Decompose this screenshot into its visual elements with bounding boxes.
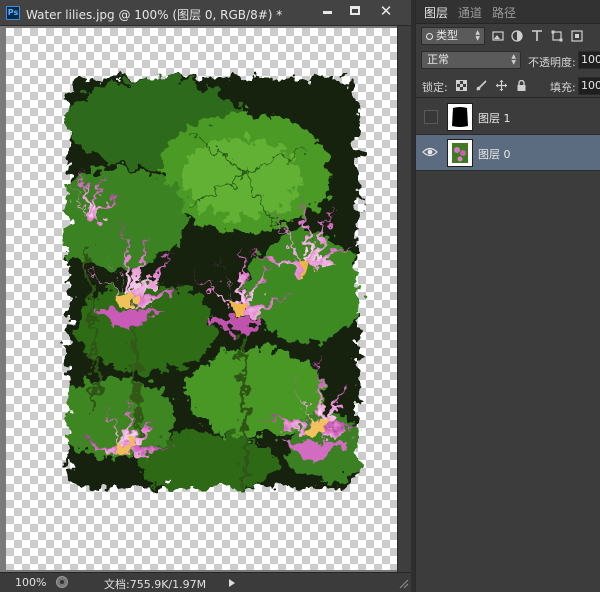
lock-transparent-icon[interactable]: [456, 80, 467, 91]
lilies-thumbnail: [448, 140, 472, 166]
vertical-scrollbar[interactable]: [397, 26, 411, 572]
layer-name[interactable]: 图层 0: [478, 146, 511, 162]
blend-mode-select[interactable]: 正常 ▲ ▼: [421, 51, 521, 69]
tab-channels[interactable]: 通道: [458, 4, 482, 21]
type-filter-icon[interactable]: [531, 30, 543, 42]
minimize-button[interactable]: [313, 2, 341, 22]
layer-filter-row: 类型 ▲ ▼: [416, 24, 600, 48]
resize-grip-icon[interactable]: [398, 576, 410, 590]
shape-filter-icon[interactable]: [551, 30, 563, 42]
layer-mask-thumbnail: [448, 104, 472, 130]
minimize-icon: [322, 11, 332, 14]
tab-paths[interactable]: 路径: [492, 4, 516, 21]
stepper-icon: ▲ ▼: [475, 29, 480, 42]
visibility-toggle[interactable]: [424, 110, 438, 124]
tab-layers[interactable]: 图层: [424, 4, 448, 21]
adjustment-filter-icon[interactable]: [511, 30, 523, 42]
zoom-level[interactable]: 100%: [15, 576, 46, 589]
photoshop-logo-icon: Ps: [6, 6, 20, 20]
canvas-area[interactable]: [0, 26, 411, 572]
layer-thumbnail: [447, 139, 473, 167]
blend-row: 正常 ▲▼ 不透明度: 100%: [416, 48, 600, 72]
opacity-field[interactable]: 100%: [578, 51, 600, 69]
layer-row-selected[interactable]: 图层 0: [416, 135, 600, 171]
close-icon: ✕: [379, 2, 393, 20]
document-size: 文档:755.9K/1.97M: [104, 578, 207, 591]
layer-thumbnail: [447, 103, 473, 131]
panel-tabs: 图层 通道 路径: [416, 0, 600, 24]
layers-list-empty-area: [416, 171, 600, 592]
lock-all-icon[interactable]: [516, 80, 527, 91]
status-menu-arrow-icon[interactable]: [229, 579, 235, 587]
image-canvas[interactable]: [6, 28, 397, 570]
lock-label: 锁定:: [422, 81, 448, 94]
smart-object-filter-icon[interactable]: [571, 30, 583, 42]
blend-mode-value: 正常: [427, 53, 449, 66]
status-bar: 100% 文档:755.9K/1.97M: [0, 572, 411, 592]
maximize-icon: [350, 6, 360, 15]
opacity-label: 不透明度:: [528, 56, 576, 69]
document-profile-icon[interactable]: [56, 576, 68, 588]
document-title-bar[interactable]: Ps Water lilies.jpg @ 100% (图层 0, RGB/8#…: [0, 0, 411, 26]
water-lilies-photo: [68, 78, 358, 488]
maximize-button[interactable]: [341, 2, 369, 22]
fill-label: 填充:: [550, 81, 576, 94]
search-icon: [426, 33, 433, 40]
layer-row[interactable]: 图层 1: [416, 99, 600, 135]
filter-kind-select[interactable]: 类型 ▲ ▼: [421, 27, 485, 45]
lock-row: 锁定: 填充: 100%: [416, 72, 600, 98]
filter-kind-label: 类型: [436, 29, 458, 42]
document-title: Water lilies.jpg @ 100% (图层 0, RGB/8#) *: [26, 8, 283, 22]
stepper-icon: ▲ ▼: [511, 53, 516, 66]
layers-panel: 图层 通道 路径 类型 ▲▼ 正常 ▲▼ 不透明度: 100% 锁定: 填充: …: [415, 0, 600, 592]
lock-move-icon[interactable]: [496, 80, 507, 91]
fill-field[interactable]: 100%: [578, 77, 600, 95]
document-window: Ps Water lilies.jpg @ 100% (图层 0, RGB/8#…: [0, 0, 411, 592]
lock-paint-icon[interactable]: [476, 80, 487, 91]
image-filter-icon[interactable]: [492, 30, 504, 42]
close-button[interactable]: ✕: [369, 2, 403, 22]
layer-name[interactable]: 图层 1: [478, 110, 511, 126]
eye-icon[interactable]: [422, 146, 438, 158]
